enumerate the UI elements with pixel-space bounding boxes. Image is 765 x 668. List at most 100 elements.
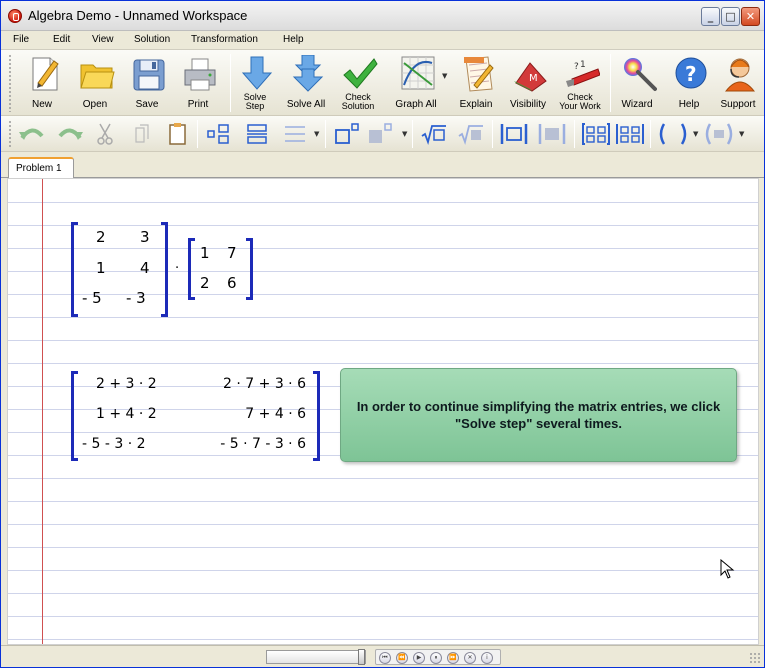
result-matrix-right-bracket (313, 371, 320, 461)
print-label: Print (187, 99, 209, 110)
matrix-a-cell: - 5 (82, 289, 102, 307)
result-matrix-cell: 1 + 4 · 2 (96, 406, 157, 422)
minimize-button[interactable]: _ (701, 7, 720, 26)
result-matrix-cell: 7 + 4 · 6 (245, 406, 306, 422)
open-button[interactable]: Open (69, 52, 121, 114)
toolbar-separator (574, 120, 575, 148)
matrix-b-cell: 1 (200, 244, 210, 262)
result-matrix-cell: 2 + 3 · 2 (96, 376, 157, 392)
check-your-work-button[interactable]: ? 1 Check Your Work (554, 52, 606, 114)
paste-icon[interactable] (167, 122, 189, 146)
absolute-value-filled-icon[interactable] (537, 122, 567, 146)
exponent-filled-icon[interactable] (367, 122, 393, 146)
stop-button[interactable]: ✕ (464, 652, 476, 664)
matrix-b-cell: 7 (227, 244, 237, 262)
undo-icon[interactable] (18, 122, 46, 146)
check-your-work-icon: ? 1 (566, 60, 600, 87)
cut-icon[interactable] (94, 122, 116, 146)
matrix-a-cell: 1 (96, 259, 106, 277)
maximize-icon: □ (725, 10, 736, 23)
graph-all-dropdown-icon[interactable]: ▼ (442, 72, 447, 80)
result-matrix-cell: 2 · 7 + 3 · 6 (223, 376, 306, 392)
insert-row-icon[interactable] (206, 122, 230, 146)
info-button[interactable]: i (481, 652, 493, 664)
matrix-a-cell: 2 (96, 228, 106, 246)
folder-icon (80, 64, 115, 89)
step-slider-thumb[interactable] (358, 649, 365, 665)
app-logo-icon (8, 9, 22, 23)
graph-all-button[interactable]: Graph All (390, 52, 442, 114)
square-root-icon[interactable] (420, 122, 448, 146)
split-rows-icon[interactable] (283, 122, 307, 146)
fast-forward-button[interactable]: ⏩ (447, 652, 459, 664)
mouse-pointer-icon (720, 559, 735, 579)
graph-all-label: Graph All (395, 99, 437, 110)
resize-grip[interactable] (749, 652, 761, 664)
matrix-b-cell: 6 (227, 274, 237, 292)
matrix-icon[interactable] (581, 122, 611, 146)
double-down-arrow-icon (292, 55, 324, 92)
matrix-a-left-bracket (71, 222, 78, 317)
toolbar-separator (197, 120, 198, 148)
menu-edit[interactable]: Edit (53, 34, 70, 45)
close-button[interactable]: ✕ (741, 7, 760, 26)
play-button[interactable]: ▶ (413, 652, 425, 664)
result-matrix-left-bracket (71, 371, 78, 461)
hint-text: In order to continue simplifying the mat… (356, 399, 721, 431)
svg-text:M: M (529, 73, 538, 84)
rewind-button[interactable]: ⏪ (396, 652, 408, 664)
exponent-dropdown-icon[interactable]: ▼ (402, 130, 407, 138)
maximize-button[interactable]: □ (721, 7, 740, 26)
step-slider[interactable] (266, 649, 366, 665)
solve-all-button[interactable]: Solve All (280, 52, 332, 114)
support-button[interactable]: Support (712, 52, 764, 114)
product-operator: · (175, 261, 180, 276)
window-title: Algebra Demo - Unnamed Workspace (28, 8, 248, 23)
support-agent-icon (724, 58, 756, 92)
matrix-a-cell: 4 (140, 259, 150, 277)
stack-rows-icon[interactable] (245, 122, 269, 146)
svg-text:?: ? (574, 62, 579, 72)
matrix-b-cell: 2 (200, 274, 210, 292)
first-step-button[interactable]: ⏮ (379, 652, 391, 664)
parentheses-icon[interactable] (656, 122, 690, 146)
app-window: Algebra Demo - Unnamed Workspace _ □ ✕ F… (0, 0, 765, 668)
redo-icon[interactable] (56, 122, 84, 146)
pause-button[interactable]: ⏸ (430, 652, 442, 664)
parentheses-filled-icon[interactable] (702, 122, 736, 146)
explain-notepad-icon (464, 56, 494, 92)
root-filled-icon[interactable] (457, 122, 485, 146)
matrix-a-right-bracket (161, 222, 168, 317)
parentheses-filled-dropdown-icon[interactable]: ▼ (739, 130, 744, 138)
determinant-icon[interactable] (615, 122, 645, 146)
menu-help[interactable]: Help (283, 34, 304, 45)
explain-button[interactable]: Explain (450, 52, 502, 114)
absolute-value-icon[interactable] (499, 122, 529, 146)
check-solution-button[interactable]: Check Solution (332, 52, 384, 114)
menu-view[interactable]: View (92, 34, 114, 45)
toolbar-separator (650, 120, 651, 148)
parentheses-dropdown-icon[interactable]: ▼ (693, 130, 698, 138)
exponent-icon[interactable] (334, 122, 360, 146)
toolbar-grip[interactable] (8, 120, 12, 148)
magic-wand-icon (624, 58, 657, 91)
rows-dropdown-icon[interactable]: ▼ (314, 130, 319, 138)
title-bar[interactable]: Algebra Demo - Unnamed Workspace _ □ ✕ (1, 1, 764, 31)
hint-callout: In order to continue simplifying the mat… (340, 368, 737, 462)
wizard-button[interactable]: Wizard (611, 52, 663, 114)
menu-transformation[interactable]: Transformation (191, 34, 258, 45)
matrix-b-left-bracket (188, 238, 195, 300)
toolbar-separator (492, 120, 493, 148)
workspace-page[interactable]: 2 3 1 4 - 5 - 3 · 1 7 2 6 2 + 3 · 2 2 · … (7, 178, 759, 645)
menu-file[interactable]: File (13, 34, 29, 45)
print-button[interactable]: Print (172, 52, 224, 114)
playback-bar: ⏮ ⏪ ▶ ⏸ ⏩ ✕ i (1, 645, 764, 667)
copy-icon[interactable] (132, 122, 154, 146)
visibility-book-icon: M (514, 62, 547, 92)
tab-problem-1[interactable]: Problem 1 (8, 157, 74, 179)
new-button[interactable]: New (16, 52, 68, 114)
svg-text:1: 1 (580, 60, 586, 70)
visibility-button[interactable]: M Visibility (502, 52, 554, 114)
toolbar-separator (412, 120, 413, 148)
menu-solution[interactable]: Solution (134, 34, 170, 45)
